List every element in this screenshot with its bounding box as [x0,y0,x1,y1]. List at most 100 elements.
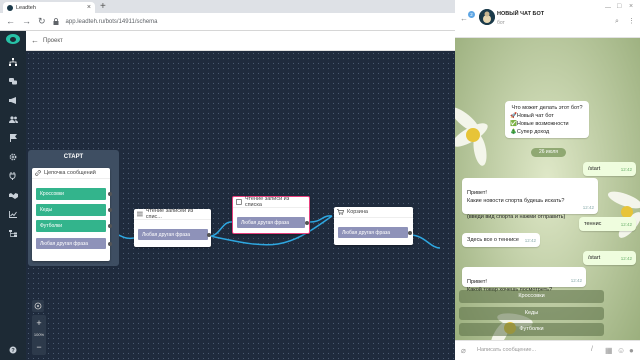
output-connector[interactable] [108,242,112,246]
gear-icon [9,153,17,161]
sidebar-item-broadcast[interactable] [0,93,26,107]
message-text: /start [588,255,601,261]
emoji-icon[interactable]: ☺ [617,346,625,355]
sidebar-item-tags[interactable] [0,131,26,145]
keyboard-button[interactable]: Футболки [459,323,604,336]
forward-arrow-icon[interactable]: → [22,17,31,26]
any-phrase-button[interactable]: Любая другая фраза [138,229,208,240]
chain-button[interactable]: Футболки [36,220,106,232]
sidebar-item-settings[interactable] [0,150,26,164]
node-title: Корзина [347,209,368,215]
message-text: Здесь все о теннисе [467,237,519,243]
sidebar-item-help[interactable]: ? [0,343,26,357]
read-records-node[interactable]: Чтение записей из спис... Любая другая ф… [134,208,211,247]
outgoing-message: /start 12:42 [583,162,636,176]
message-time: 12:42 [620,167,632,172]
message-chain-node[interactable]: Цепочка сообщений Кроссовки Кеды Футболк… [32,168,112,261]
message-composer: ⌀ Написать сообщение... / ▦ ☺ ● [455,340,640,360]
url-field[interactable]: app.leadteh.ru/bots/14911/schema [66,19,158,25]
center-view-button[interactable] [32,300,44,312]
commands-icon[interactable]: / [591,346,593,353]
incoming-message: Привет! Какой товар хочешь посмотреть? 1… [462,267,586,293]
any-phrase-button[interactable]: Любая другая фраза [338,227,408,238]
keyboard-toggle-icon[interactable]: ▦ [605,346,613,355]
sidebar-item-schema[interactable] [0,55,26,69]
message-text: /start [588,166,601,172]
intro-line: 🚀Новый чат бот [510,113,554,119]
bot-name: НОВЫЙ ЧАТ БОТ [497,11,545,17]
more-menu-icon[interactable]: ⋮ [628,17,635,25]
chain-button[interactable]: Кроссовки [36,188,106,200]
node-title: Цепочка сообщений [44,170,96,176]
telegram-window: ← 2 НОВЫЙ ЧАТ БОТ бот — □ × ⌕ ⋮ Что може… [455,0,640,360]
sitemap-icon [9,58,17,66]
back-arrow-icon[interactable]: ← [31,36,39,45]
help-icon: ? [9,346,17,354]
bot-avatar[interactable] [479,9,495,25]
handshake-icon [8,192,18,199]
close-window-icon[interactable]: × [629,3,633,10]
zoom-out-button[interactable]: − [32,342,46,352]
new-tab-button[interactable]: + [100,2,106,12]
search-icon[interactable]: ⌕ [615,18,619,26]
node-title: Чтение записей из спис... [145,208,194,220]
start-block[interactable]: СТАРТ Цепочка сообщений Кроссовки Кеды Ф… [28,150,119,266]
back-arrow-icon[interactable]: ← [6,17,15,26]
intro-line: 🎄Супер доход [510,129,550,135]
outgoing-message: теннис 12:42 [579,217,636,231]
any-phrase-button[interactable]: Любая другая фраза [237,217,305,228]
chain-button[interactable]: Кеды [36,204,106,216]
sidebar-item-structure[interactable] [0,226,26,240]
output-connector[interactable] [108,208,112,212]
date-separator: 26 июля [531,148,566,157]
unread-badge: 2 [468,11,475,18]
minimize-icon[interactable]: — [605,5,611,11]
reload-icon[interactable]: ↻ [38,17,46,26]
node-title: Чтение записи из списка [244,196,290,208]
keyboard-button[interactable]: Кроссовки [459,290,604,303]
message-time: 12:42 [524,238,536,243]
microphone-icon[interactable]: ● [629,346,634,355]
message-input[interactable]: Написать сообщение... [477,347,536,353]
output-connector[interactable] [108,192,112,196]
any-phrase-button[interactable]: Любая другая фраза [36,238,106,249]
sidebar-item-partners[interactable] [0,188,26,202]
sidebar-item-integrations[interactable] [0,169,26,183]
intro-title: Что может делать этот бот? [511,105,583,111]
output-connector[interactable] [408,231,412,235]
attach-icon[interactable]: ⌀ [461,346,466,355]
leadteh-favicon-icon [7,4,13,11]
zoom-controls: + 100% − [32,315,46,355]
lock-icon[interactable] [53,18,59,25]
zoom-in-button[interactable]: + [32,318,46,328]
message-time: 12:42 [570,278,582,283]
incoming-message: Здесь все о теннисе 12:42 [462,233,540,247]
list-icon [137,211,143,217]
sidebar-item-users[interactable] [0,112,26,126]
back-arrow-icon[interactable]: ← [460,14,468,23]
app-header: ← Проект [26,31,455,51]
close-tab-icon[interactable]: × [87,4,91,11]
browser-tab-bar: Leadteh × + [0,0,455,13]
output-connector[interactable] [207,233,211,237]
chart-line-icon [9,210,17,218]
keyboard-button[interactable]: Кеды [459,307,604,320]
maximize-icon[interactable]: □ [617,3,621,10]
tab-title: Leadteh [16,4,36,11]
read-record-node[interactable]: Чтение записи из списка Любая другая фра… [232,196,310,234]
cart-node[interactable]: Корзина Любая другая фраза [334,207,413,245]
link-icon [35,170,41,176]
browser-tab[interactable]: Leadteh × [3,2,95,13]
hierarchy-icon [9,229,17,237]
address-bar: ← → ↻ app.leadteh.ru/bots/14911/schema [0,13,455,31]
sidebar-item-chats[interactable] [0,74,26,88]
output-connector[interactable] [305,221,309,225]
sidebar-item-stats[interactable] [0,207,26,221]
users-icon [8,115,18,123]
back-to-project-link[interactable]: Проект [43,38,63,44]
output-connector[interactable] [108,224,112,228]
app-sidebar: ? [0,31,26,360]
flag-icon [9,134,17,142]
zoom-level: 100% [33,332,45,337]
leadteh-logo-icon[interactable] [6,34,20,44]
